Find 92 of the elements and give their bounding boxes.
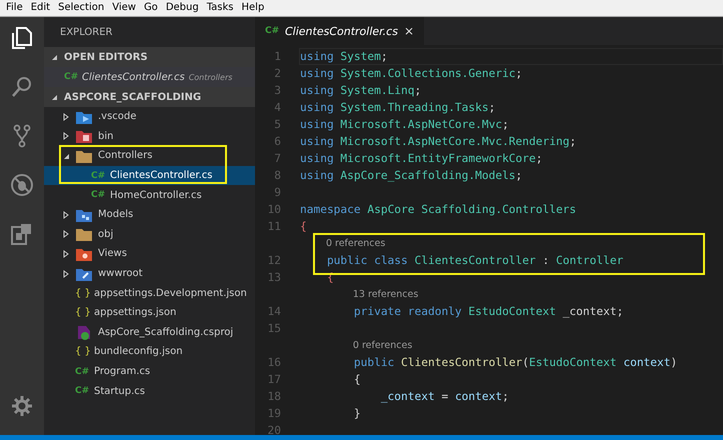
editor-tab[interactable]: C# ClientesController.cs × (255, 17, 424, 45)
line-number: 12 (266, 254, 282, 267)
braces-icon: { } (75, 288, 89, 299)
csharp-icon: C# (64, 72, 78, 82)
tree-item[interactable]: obj (44, 224, 255, 244)
csharp-icon: C# (265, 26, 279, 36)
code-line: namespace AspCore Scaffolding.Controllers (299, 202, 578, 218)
folder-hint: Controllers (188, 72, 232, 82)
codelens-link[interactable]: 13 references (352, 289, 418, 300)
csharp-icon: C# (75, 386, 89, 396)
tree-item[interactable]: C# Startup.cs (44, 381, 255, 401)
tree-item[interactable]: C# HomeController.cs (44, 185, 255, 205)
tree-item[interactable]: { } appsettings.Development.json (44, 283, 255, 303)
tree-item[interactable]: bin (44, 126, 255, 146)
line-number: 15 (266, 322, 282, 335)
code-line: using System.Linq; (299, 83, 422, 99)
line-number: 11 (266, 220, 282, 233)
tree-item[interactable]: { } bundleconfig.json (44, 342, 255, 362)
tree-item[interactable]: { } appsettings.json (44, 302, 255, 323)
files-icon[interactable] (9, 25, 35, 51)
code-line: _context = context; (380, 389, 510, 405)
braces-icon: { } (75, 307, 89, 318)
project-file-icon (75, 324, 93, 340)
line-number: 19 (266, 407, 282, 420)
menu-item[interactable]: Debug (162, 1, 203, 15)
line-number: 2 (273, 67, 282, 80)
tree-item[interactable]: C# ClientesController.cs (44, 166, 255, 186)
tree-item[interactable]: Controllers (44, 146, 255, 166)
tree-item[interactable]: C# Program.cs (44, 362, 255, 382)
open-editor-item[interactable]: C# ClientesController.cs Controllers (44, 67, 255, 87)
line-number: 20 (266, 424, 282, 435)
collapsed-icon (62, 210, 70, 219)
csharp-icon: C# (91, 170, 105, 181)
line-number: 7 (273, 152, 282, 165)
expanded-icon (50, 93, 58, 101)
menu-item[interactable]: Help (238, 1, 268, 15)
line-number: 10 (266, 203, 282, 216)
tree-item[interactable]: AspCore_Scaffolding.csproj (44, 322, 255, 342)
code-line: { (299, 219, 308, 235)
line-number: 16 (266, 356, 282, 369)
code-line: { (352, 372, 362, 388)
code-line: } (352, 406, 362, 422)
line-number: 8 (273, 169, 282, 182)
menu-item[interactable]: File (2, 1, 27, 15)
line-number: 5 (273, 118, 282, 131)
panel-title: EXPLORER (59, 26, 114, 40)
csharp-icon: C# (75, 366, 89, 377)
tree-item[interactable]: .vscode (44, 107, 255, 127)
line-number: 1 (273, 50, 282, 63)
menu-item[interactable]: View (108, 1, 140, 15)
code-line: using AspCore_Scaffolding.Models; (299, 168, 524, 184)
codelens-link[interactable]: 0 references (326, 238, 386, 249)
menu-item[interactable]: Selection (54, 1, 108, 15)
menu-item[interactable]: Tasks (202, 1, 238, 15)
line-number: 14 (266, 305, 282, 318)
expanded-icon (50, 53, 58, 61)
bug-icon[interactable] (9, 172, 35, 198)
line-number: 18 (266, 390, 282, 403)
close-icon[interactable]: × (404, 24, 414, 38)
code-line: using System.Collections.Generic; (299, 66, 524, 82)
folder-icon (75, 128, 93, 144)
code-line: public class ClientesController : Controller (326, 253, 624, 269)
line-number: 17 (266, 373, 282, 386)
collapsed-icon (62, 112, 70, 121)
code-line: using System.Threading.Tasks; (299, 100, 496, 116)
code-line: private readonly EstudoContext _context; (352, 304, 624, 320)
line-number: 9 (273, 186, 282, 199)
collapsed-icon (62, 230, 70, 238)
tree-item[interactable]: Views (44, 244, 255, 264)
line-number: 3 (273, 84, 282, 97)
collapsed-icon (62, 270, 70, 278)
settings-icon[interactable] (9, 393, 35, 419)
menu-item[interactable]: Edit (26, 1, 54, 15)
codelens-link[interactable]: 0 references (352, 340, 412, 351)
tree-item[interactable]: Models (44, 204, 255, 225)
line-number: 4 (273, 101, 282, 114)
tree-item[interactable]: wwwroot (44, 264, 255, 284)
menu-item[interactable]: Go (140, 1, 162, 15)
collapsed-icon (62, 132, 70, 140)
code-line: using Microsoft.AspNetCore.Mvc.Rendering; (299, 134, 578, 150)
collapsed-icon (62, 250, 70, 258)
code-line: public ClientesController(EstudoContext context) (352, 355, 678, 371)
code-line: using Microsoft.EntityFrameworkCore; (299, 151, 544, 167)
section-header[interactable]: ASPCORE_SCAFFOLDING (44, 87, 255, 107)
line-number: 13 (266, 271, 282, 284)
braces-icon: { } (75, 346, 89, 358)
folder-icon (75, 226, 93, 242)
line-number: 6 (273, 135, 282, 148)
expanded-icon (62, 152, 70, 160)
csharp-icon: C# (91, 190, 105, 200)
section-header[interactable]: OPEN EDITORS (44, 47, 255, 67)
code-line: using Microsoft.AspNetCore.Mvc; (299, 117, 510, 133)
